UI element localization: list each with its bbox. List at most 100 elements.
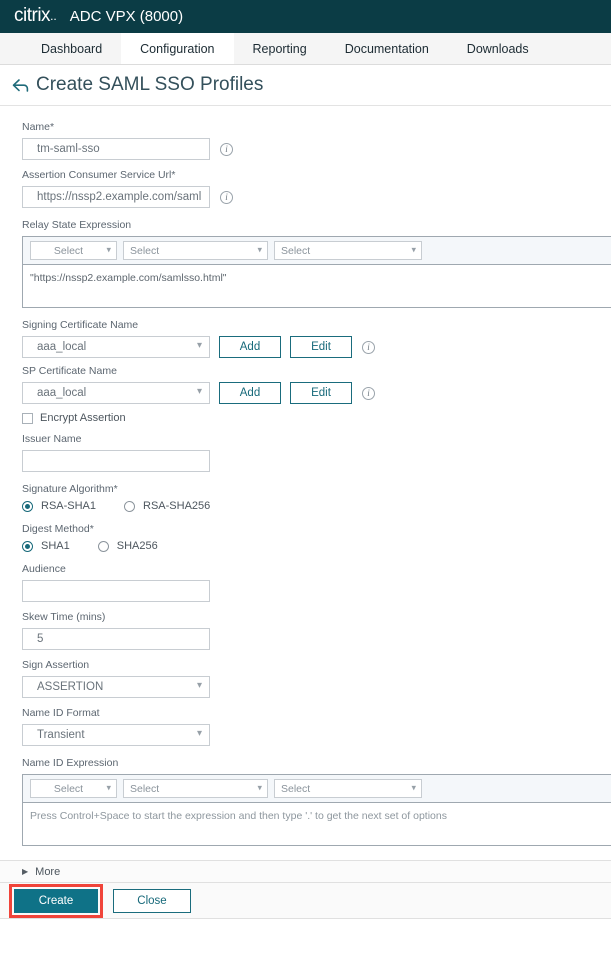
tab-dashboard[interactable]: Dashboard (22, 33, 121, 64)
label-signing-certificate: Signing Certificate Name (22, 319, 139, 331)
audience-input[interactable] (22, 580, 210, 602)
encrypt-assertion-label: Encrypt Assertion (40, 412, 126, 424)
radio-icon-rsa-sha1[interactable] (22, 500, 33, 512)
field-name-id-expression-label: Name ID Expression (0, 756, 611, 770)
label-relay-state: Relay State Expression (22, 219, 132, 231)
field-relay-state-label: Relay State Expression (0, 218, 611, 232)
label-acs-url: Assertion Consumer Service Url* (22, 169, 176, 181)
field-name-id-format: Name ID Format Transient ▾ (0, 706, 611, 746)
brand-header: citrix.. ADC VPX (8000) (0, 0, 611, 33)
name-id-select-2-value: Select (130, 782, 160, 795)
product-title: ADC VPX (8000) (69, 8, 184, 25)
info-icon-name[interactable]: i (220, 142, 233, 156)
signature-algorithm-option-rsa-sha1[interactable]: RSA-SHA1 (22, 500, 96, 512)
create-button[interactable]: Create (14, 888, 98, 913)
field-audience: Audience (0, 562, 611, 602)
field-acs-url: Assertion Consumer Service Url* i (0, 168, 611, 208)
name-id-select-1[interactable]: Select ▾ (30, 779, 117, 798)
label-issuer-name: Issuer Name (22, 433, 82, 445)
relay-state-select-3[interactable]: Select ▾ (274, 241, 422, 260)
digest-method-option-sha256[interactable]: SHA256 (97, 540, 158, 552)
chevron-down-icon: ▾ (196, 680, 202, 691)
relay-state-select-2-value: Select (130, 244, 160, 257)
relay-state-expression-text[interactable]: "https://nssp2.example.com/samlsso.html" (23, 265, 611, 307)
signature-algorithm-label-1: RSA-SHA256 (143, 500, 211, 512)
sp-certificate-add-button[interactable]: Add (219, 382, 281, 404)
signature-algorithm-label-0: RSA-SHA1 (41, 500, 97, 512)
radio-icon-sha1[interactable] (22, 540, 33, 552)
name-input[interactable] (22, 138, 210, 160)
back-arrow-icon[interactable] (9, 74, 31, 96)
citrix-logo: citrix.. (14, 5, 57, 26)
signing-certificate-add-button[interactable]: Add (219, 336, 281, 358)
name-id-format-select[interactable]: Transient ▾ (22, 724, 210, 746)
issuer-name-input[interactable] (22, 450, 210, 472)
sp-certificate-edit-button[interactable]: Edit (290, 382, 352, 404)
signing-certificate-edit-button[interactable]: Edit (290, 336, 352, 358)
acs-url-input[interactable] (22, 186, 210, 208)
field-encrypt-assertion: Encrypt Assertion (0, 412, 611, 424)
digest-method-label-1: SHA256 (116, 540, 158, 552)
label-sp-certificate: SP Certificate Name (22, 365, 117, 377)
relay-state-expression-editor: Select ▾ Select ▾ Select ▾ "https://nssp… (22, 236, 611, 308)
chevron-down-icon: ▾ (257, 244, 262, 255)
field-digest-method: Digest Method* SHA1 SHA256 (0, 522, 611, 552)
signing-certificate-select[interactable]: aaa_local ▾ (22, 336, 210, 358)
name-id-select-2[interactable]: Select ▾ (123, 779, 268, 798)
sp-certificate-select[interactable]: aaa_local ▾ (22, 382, 210, 404)
signing-certificate-value: aaa_local (37, 341, 87, 353)
chevron-down-icon: ▾ (106, 782, 111, 793)
signature-algorithm-option-rsa-sha256[interactable]: RSA-SHA256 (124, 500, 210, 512)
name-id-format-value: Transient (37, 729, 85, 741)
radio-icon-sha256[interactable] (97, 540, 109, 552)
field-sp-certificate: SP Certificate Name aaa_local ▾ Add Edit… (0, 364, 611, 404)
caret-right-icon: ▶ (22, 866, 29, 876)
chevron-down-icon: ▾ (257, 782, 262, 793)
field-signing-certificate: Signing Certificate Name aaa_local ▾ Add… (0, 318, 611, 358)
field-signature-algorithm: Signature Algorithm* RSA-SHA1 RSA-SHA256 (0, 482, 611, 512)
tab-configuration[interactable]: Configuration (121, 33, 234, 64)
skew-time-input[interactable] (22, 628, 210, 650)
create-button-highlight: Create (9, 883, 103, 918)
relay-state-select-1-value: Select (53, 244, 84, 257)
relay-state-select-bar: Select ▾ Select ▾ Select ▾ (23, 237, 611, 265)
label-name-id-format: Name ID Format (22, 707, 100, 719)
info-icon-acs-url[interactable]: i (220, 190, 233, 204)
form-footer: Create Close (0, 883, 611, 919)
field-issuer-name: Issuer Name (0, 432, 611, 472)
relay-state-select-3-value: Select (281, 244, 311, 257)
field-sign-assertion: Sign Assertion ASSERTION ▾ (0, 658, 611, 698)
name-id-select-3[interactable]: Select ▾ (274, 779, 422, 798)
digest-method-option-sha1[interactable]: SHA1 (22, 540, 70, 552)
chevron-down-icon: ▾ (196, 728, 202, 739)
relay-state-select-1[interactable]: Select ▾ (30, 241, 117, 260)
encrypt-assertion-checkbox[interactable] (22, 412, 33, 424)
page-title: Create SAML SSO Profiles (36, 74, 264, 95)
main-tabbar: Dashboard Configuration Reporting Docume… (0, 33, 611, 65)
relay-state-select-2[interactable]: Select ▾ (123, 241, 268, 260)
saml-sso-profile-form: Name* i Assertion Consumer Service Url* … (0, 106, 611, 846)
sign-assertion-value: ASSERTION (37, 681, 104, 693)
more-label: More (35, 865, 61, 878)
info-icon-sp-certificate[interactable]: i (362, 386, 375, 400)
tab-downloads[interactable]: Downloads (448, 33, 548, 64)
label-digest-method: Digest Method* (22, 523, 94, 535)
tab-documentation[interactable]: Documentation (326, 33, 448, 64)
name-id-select-1-value: Select (53, 782, 84, 795)
tab-reporting[interactable]: Reporting (234, 33, 326, 64)
close-button[interactable]: Close (113, 888, 191, 913)
label-sign-assertion: Sign Assertion (22, 659, 90, 671)
name-id-select-3-value: Select (281, 782, 311, 795)
sign-assertion-select[interactable]: ASSERTION ▾ (22, 676, 210, 698)
radio-icon-rsa-sha256[interactable] (124, 500, 136, 512)
more-expander[interactable]: ▶ More (0, 860, 611, 883)
name-id-expression-text[interactable]: Press Control+Space to start the express… (23, 803, 611, 845)
chevron-down-icon: ▾ (411, 782, 416, 793)
name-id-select-bar: Select ▾ Select ▾ Select ▾ (23, 775, 611, 803)
chevron-down-icon: ▾ (196, 340, 202, 351)
label-audience: Audience (22, 563, 66, 575)
encrypt-assertion-checkbox-row[interactable]: Encrypt Assertion (22, 412, 611, 424)
name-id-expression-editor: Select ▾ Select ▾ Select ▾ Press Control… (22, 774, 611, 846)
info-icon-signing-certificate[interactable]: i (362, 340, 375, 354)
sp-certificate-value: aaa_local (37, 387, 87, 399)
